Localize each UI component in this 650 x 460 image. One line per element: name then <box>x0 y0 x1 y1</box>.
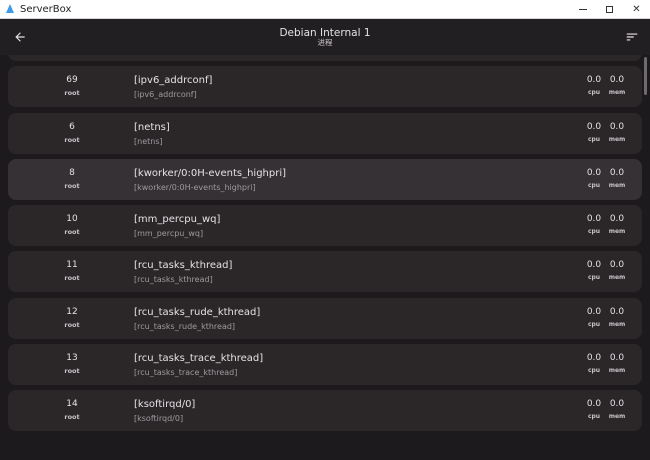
process-name: [mm_percpu_wq] <box>134 214 221 226</box>
process-name: [ipv6_addrconf] <box>134 75 213 87</box>
cpu-label: cpu <box>587 181 601 189</box>
process-command: [rcu_tasks_rude_kthread] <box>134 321 236 331</box>
process-name: [rcu_tasks_trace_kthread] <box>134 353 264 365</box>
mem-label: mem <box>608 89 626 97</box>
process-cpu-value: 0.0 <box>586 260 602 271</box>
process-command: [kworker/0:0H-events_highpri] <box>134 182 256 192</box>
process-card[interactable]: 12 root [rcu_tasks_rude_kthread] [rcu_tasks… <box>8 297 642 339</box>
process-mem-value: 0.0 <box>609 306 625 317</box>
process-pid: 11 <box>66 260 78 271</box>
mem-label: mem <box>608 274 626 282</box>
cpu-label: cpu <box>587 228 601 236</box>
process-card[interactable]: 11 root [rcu_tasks_kthread] [rcu_tasks_kthr… <box>8 251 642 293</box>
mem-label: mem <box>608 367 626 375</box>
process-command: [mm_percpu_wq] <box>134 229 204 239</box>
scrollbar-thumb[interactable] <box>644 57 647 95</box>
process-mem-value: 0.0 <box>609 75 625 86</box>
maximize-icon <box>606 5 613 13</box>
process-cpu-value: 0.0 <box>586 167 602 178</box>
process-user: root <box>64 135 80 144</box>
process-card[interactable]: 13 root [rcu_tasks_trace_kthread] [rcu_task… <box>8 344 642 386</box>
process-card[interactable]: 6 root [netns] [netns] 0.0 cpu 0.0 mem <box>8 112 642 154</box>
process-card[interactable]: 10 root [mm_percpu_wq] [mm_percpu_wq] 0.0 cpu… <box>8 205 642 247</box>
minimize-button[interactable] <box>569 0 596 19</box>
cpu-label: cpu <box>587 135 601 143</box>
process-card[interactable]: 69 root [ipv6_addrconf] [ipv6_addrconf] 0.0 c… <box>8 66 642 108</box>
app-logo-icon <box>5 4 15 14</box>
mem-label: mem <box>608 181 626 189</box>
process-pid: 8 <box>69 167 75 178</box>
arrow-back-icon <box>15 32 25 42</box>
close-button[interactable]: ✕ <box>623 0 650 19</box>
mem-label: mem <box>608 413 626 421</box>
process-list-viewport[interactable]: 119899rootsshd:sshd: root@notty0.1cpu0.2… <box>0 55 650 460</box>
cpu-label: cpu <box>587 413 601 421</box>
maximize-button[interactable] <box>596 0 623 19</box>
process-cpu-value: 0.0 <box>586 353 602 364</box>
process-mem-value: 0.0 <box>609 399 625 410</box>
process-card[interactable]: 119899rootsshd:sshd: root@notty0.1cpu0.2… <box>8 55 642 61</box>
cpu-label: cpu <box>587 274 601 282</box>
process-user: root <box>64 320 80 329</box>
process-pid: 10 <box>66 214 78 225</box>
process-list: 119899rootsshd:sshd: root@notty0.1cpu0.2… <box>8 55 642 437</box>
process-pid: 13 <box>66 353 78 364</box>
cpu-label: cpu <box>587 367 601 375</box>
cpu-label: cpu <box>587 89 601 97</box>
process-user: root <box>64 228 80 237</box>
process-name: [netns] <box>134 121 170 133</box>
process-cpu-value: 0.0 <box>586 75 602 86</box>
process-cpu-value: 0.0 <box>586 306 602 317</box>
window-controls: ✕ <box>569 0 650 19</box>
window-titlebar: ServerBox ✕ <box>0 0 650 19</box>
process-command: [rcu_tasks_trace_kthread] <box>134 368 238 378</box>
back-button[interactable] <box>10 27 30 47</box>
process-name: [rcu_tasks_rude_kthread] <box>134 306 261 318</box>
process-pid: 69 <box>66 75 78 86</box>
process-command: [ksoftirqd/0] <box>134 414 184 424</box>
minimize-icon <box>578 8 587 10</box>
mem-label: mem <box>608 228 626 236</box>
process-mem-value: 0.0 <box>609 353 625 364</box>
process-pid: 12 <box>66 306 78 317</box>
process-mem-value: 0.0 <box>609 121 625 132</box>
process-mem-value: 0.0 <box>609 167 625 178</box>
process-card[interactable]: 8 root [kworker/0:0H-events_highpri] [kwork… <box>8 158 642 200</box>
appbar-titles: Debian Internal 1 进程 <box>279 26 371 47</box>
sort-icon <box>626 33 638 41</box>
page-title: Debian Internal 1 <box>279 26 371 39</box>
process-pid: 14 <box>66 399 78 410</box>
mem-label: mem <box>608 320 626 328</box>
process-cpu-value: 0.0 <box>586 214 602 225</box>
process-command: [ipv6_addrconf] <box>134 90 197 100</box>
process-user: root <box>64 367 80 376</box>
process-command: [netns] <box>134 136 163 146</box>
process-user: root <box>64 181 80 190</box>
sort-button[interactable] <box>622 27 642 47</box>
cpu-label: cpu <box>587 320 601 328</box>
page-subtitle: 进程 <box>317 37 333 47</box>
close-icon: ✕ <box>632 3 641 15</box>
process-name: [ksoftirqd/0] <box>134 399 196 411</box>
process-mem-value: 0.0 <box>609 214 625 225</box>
mem-label: mem <box>608 135 626 143</box>
process-command: [rcu_tasks_kthread] <box>134 275 213 285</box>
app-bar: Debian Internal 1 进程 <box>0 19 650 55</box>
process-name: [kworker/0:0H-events_highpri] <box>134 167 287 179</box>
process-cpu-value: 0.0 <box>586 121 602 132</box>
process-user: root <box>64 89 80 98</box>
process-pid: 6 <box>69 121 75 132</box>
process-cpu-value: 0.0 <box>586 399 602 410</box>
process-mem-value: 0.0 <box>609 260 625 271</box>
process-user: root <box>64 413 80 422</box>
window-title: ServerBox <box>20 3 72 15</box>
process-user: root <box>64 274 80 283</box>
process-card[interactable]: 14 root [ksoftirqd/0] [ksoftirqd/0] 0.0 cpu 0.… <box>8 390 642 432</box>
process-name: [rcu_tasks_kthread] <box>134 260 233 272</box>
